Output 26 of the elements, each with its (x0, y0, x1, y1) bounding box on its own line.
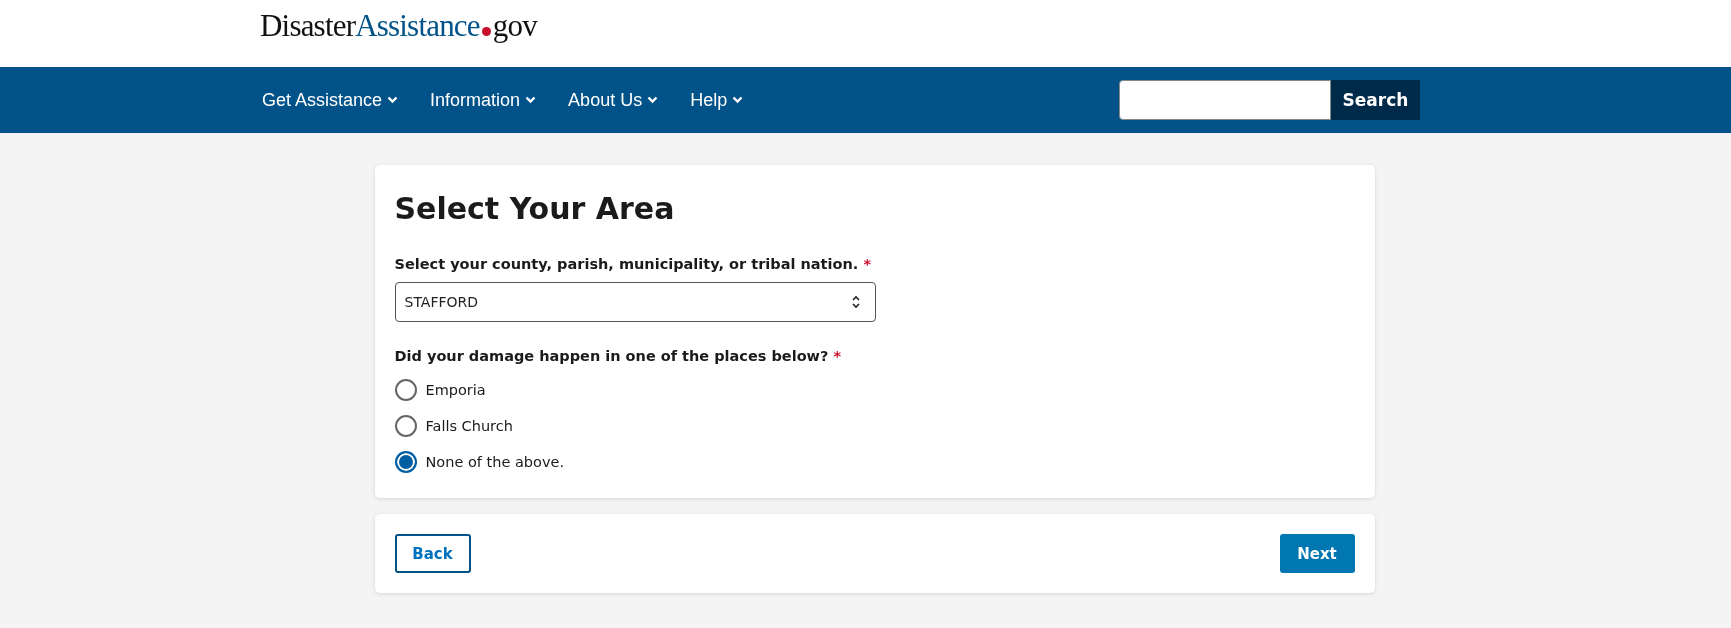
question-label: Did your damage happen in one of the places below? (394, 348, 829, 364)
radio-label[interactable]: None of the above. (425, 454, 564, 470)
area-select[interactable]: STAFFORD (394, 282, 876, 322)
up-down-chevron-icon (850, 295, 861, 309)
chevron-down-icon (647, 96, 659, 104)
nav-menu-item[interactable]: Get Assistance (254, 83, 407, 117)
site-logo[interactable]: DisasterAssistance gov (260, 8, 537, 44)
nav-menu-item[interactable]: Information (422, 83, 545, 117)
chevron-down-icon (525, 96, 537, 104)
radio-label[interactable]: Falls Church (425, 418, 513, 434)
radio-label[interactable]: Emporia (425, 382, 486, 398)
page-title: Select Your Area (394, 191, 676, 226)
required-mark: * (863, 256, 871, 272)
nav-menu-item[interactable]: About Us (560, 83, 667, 117)
back-button[interactable]: Back (394, 534, 471, 573)
chevron-down-icon (732, 96, 744, 104)
nav-menu-item[interactable]: Help (682, 83, 752, 117)
chevron-down-icon (387, 96, 399, 104)
next-button[interactable]: Next (1279, 534, 1355, 573)
radio-button[interactable] (394, 415, 417, 437)
search-button[interactable]: Search (1331, 80, 1420, 120)
radio-button[interactable] (394, 379, 417, 401)
field-label: Select your county, parish, municipality, or tribal nation. (394, 256, 859, 272)
search-field[interactable] (1119, 80, 1331, 120)
required-mark: * (833, 348, 842, 364)
radio-button[interactable] (394, 451, 417, 473)
